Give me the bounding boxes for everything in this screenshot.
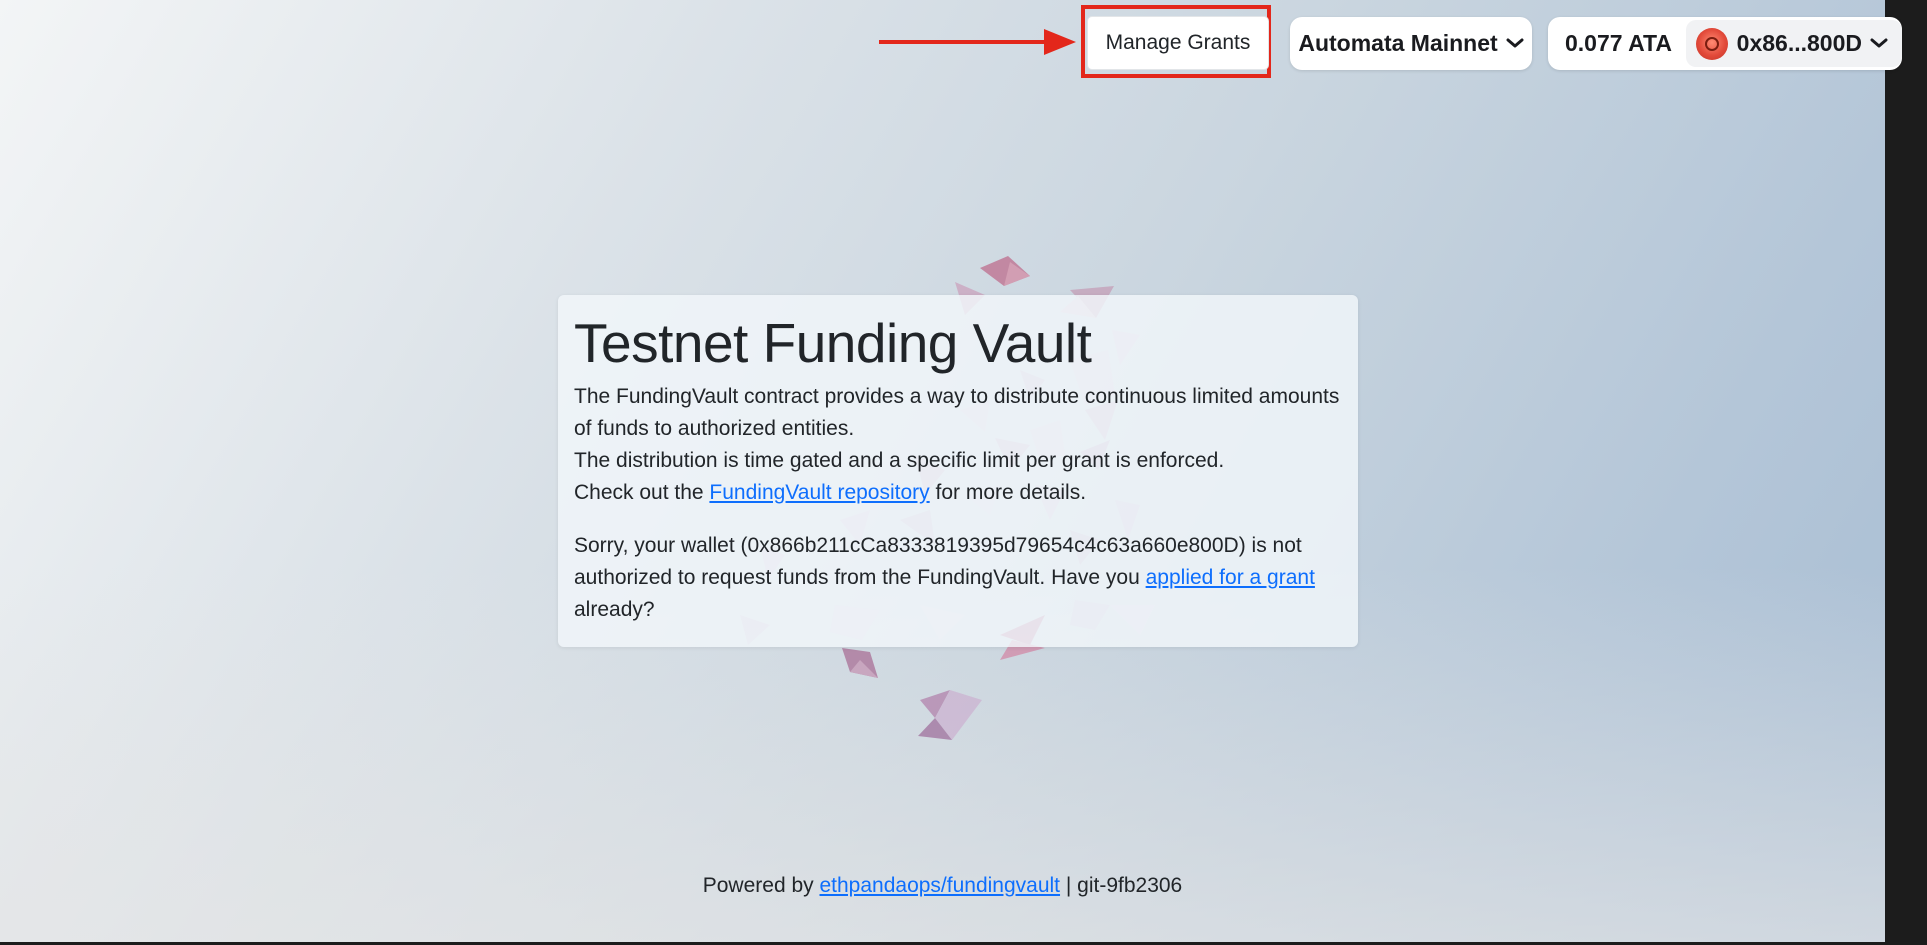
footer-repo-link[interactable]: ethpandaops/fundingvault (819, 874, 1060, 897)
footer: Powered by ethpandaops/fundingvault | gi… (0, 874, 1885, 898)
wallet-address-button[interactable]: 0x86...800D (1685, 20, 1902, 67)
funding-vault-card: Testnet Funding Vault The FundingVault c… (558, 295, 1358, 647)
wallet-balance[interactable]: 0.077 ATA (1548, 30, 1682, 57)
intro-line-1: The FundingVault contract provides a way… (574, 385, 1340, 440)
footer-prefix: Powered by (702, 874, 820, 897)
intro-line-3-suffix: for more details. (929, 481, 1087, 504)
network-selector-button[interactable]: Automata Mainnet (1290, 17, 1532, 70)
notice-suffix: already? (574, 598, 655, 621)
chevron-down-icon (1506, 32, 1524, 55)
manage-grants-label: Manage Grants (1105, 31, 1251, 54)
footer-version: git-9fb2306 (1077, 874, 1183, 897)
unauthorized-notice: Sorry, your wallet (0x866b211cCa83338193… (574, 530, 1342, 626)
footer-separator: | (1060, 874, 1078, 897)
intro-text: The FundingVault contract provides a way… (574, 381, 1342, 509)
apply-grant-link[interactable]: applied for a grant (1146, 566, 1315, 589)
network-label: Automata Mainnet (1298, 30, 1498, 56)
chevron-down-icon (1870, 32, 1888, 55)
window-edge (1885, 0, 1927, 945)
account-button[interactable]: 0.077 ATA 0x86...800D (1548, 17, 1902, 70)
wallet-avatar-icon (1695, 27, 1728, 60)
annotation-arrow (879, 40, 1047, 44)
wallet-address: 0x86...800D (1736, 30, 1862, 56)
intro-line-3-prefix: Check out the (574, 481, 710, 504)
manage-grants-button[interactable]: Manage Grants (1087, 16, 1269, 70)
annotation-arrow-head (1044, 29, 1076, 55)
page-title: Testnet Funding Vault (574, 312, 1092, 374)
repository-link[interactable]: FundingVault repository (709, 481, 929, 504)
intro-line-2: The distribution is time gated and a spe… (574, 449, 1225, 472)
